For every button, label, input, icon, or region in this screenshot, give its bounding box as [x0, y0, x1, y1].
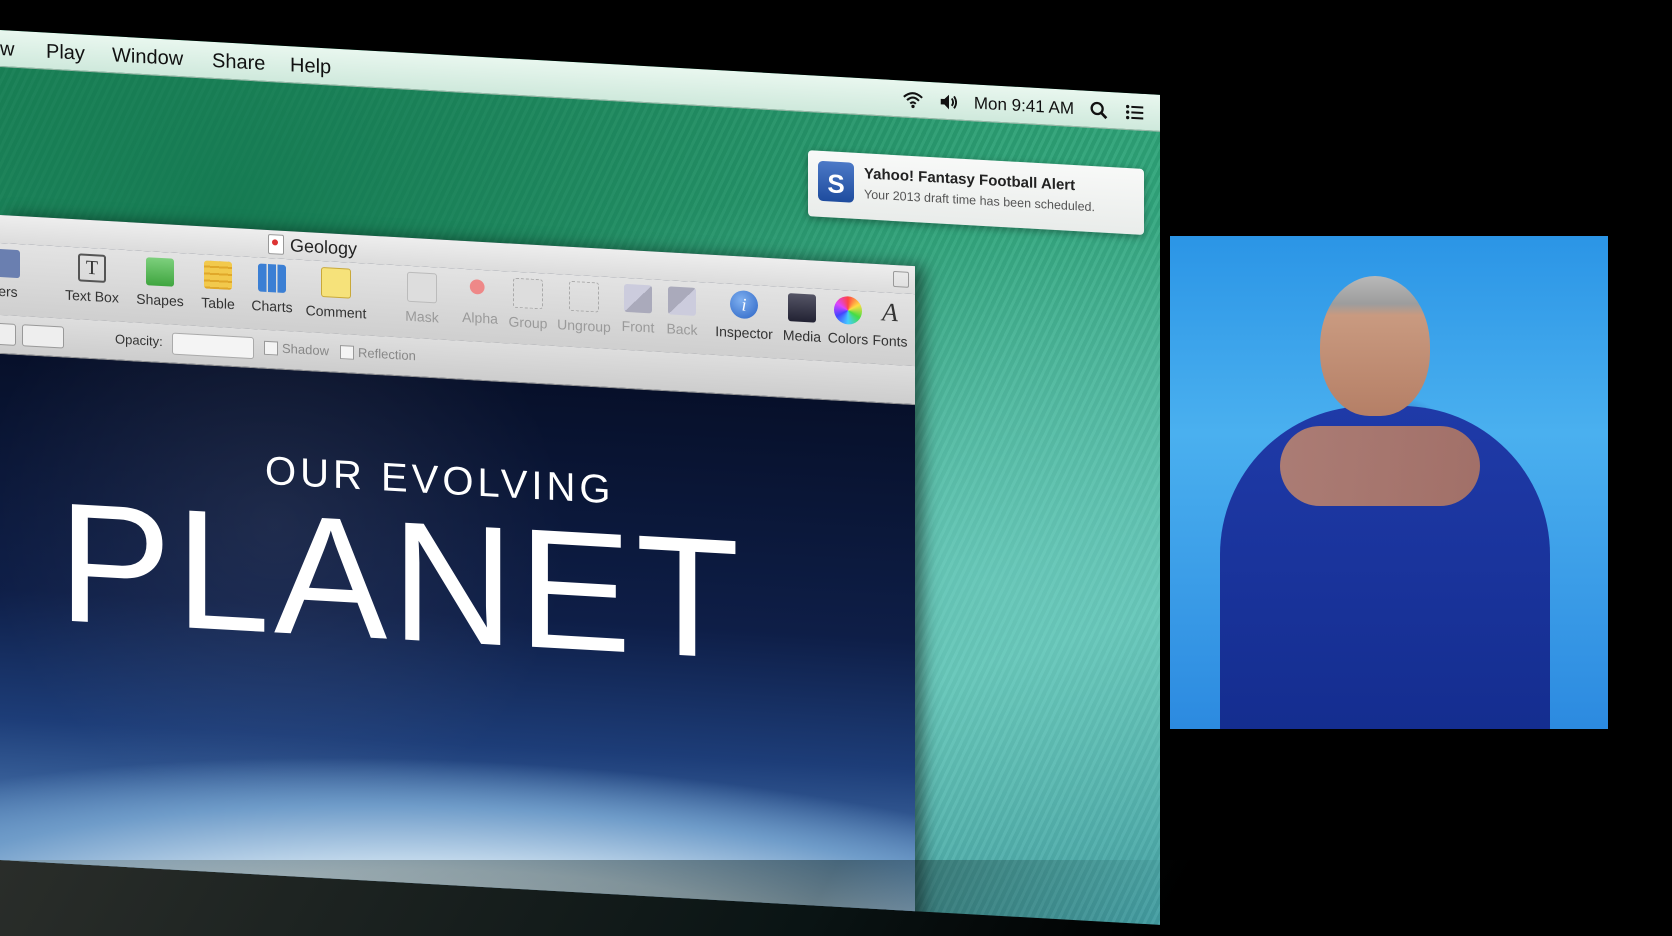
wifi-icon[interactable] — [902, 88, 924, 111]
volume-icon[interactable] — [938, 90, 960, 113]
document-icon — [268, 233, 284, 255]
window-title: Geology — [290, 235, 358, 259]
menu-view[interactable]: w — [0, 38, 14, 62]
toolbar-characters-button[interactable]: ters — [0, 248, 38, 302]
menubar-clock[interactable]: Mon 9:41 AM — [974, 93, 1074, 119]
toolbar-mask-button[interactable]: Mask — [390, 271, 454, 327]
group-icon — [513, 277, 543, 310]
ungroup-icon — [569, 280, 599, 313]
fonts-icon: A — [882, 297, 898, 328]
slide-canvas[interactable]: OUR EVOLVING PLANET — [0, 354, 915, 925]
shapes-icon — [146, 257, 174, 287]
shadow-label: Shadow — [282, 340, 329, 359]
menu-help[interactable]: Help — [290, 54, 331, 79]
slide-title[interactable]: PLANET — [58, 467, 743, 695]
reflection-label: Reflection — [358, 345, 416, 364]
toolbar-label: Group — [508, 313, 548, 332]
alpha-icon — [466, 275, 494, 305]
toolbar-shapes-button[interactable]: Shapes — [128, 256, 192, 310]
toolbar-back-button[interactable]: Back — [650, 285, 714, 339]
toolbar-label: Mask — [405, 307, 439, 326]
toolbar-group-button[interactable]: Group — [496, 277, 560, 333]
table-icon — [204, 260, 232, 290]
toolbar-label: Text Box — [65, 286, 119, 306]
presenter-video — [1170, 236, 1608, 729]
format-stroke-button[interactable] — [22, 324, 64, 349]
menu-bar: w Play Window Share Help Mon 9:41 AM — [0, 30, 1160, 132]
menu-play[interactable]: Play — [46, 41, 85, 66]
toolbar-comment-button[interactable]: Comment — [304, 266, 368, 322]
reflection-checkbox[interactable] — [340, 345, 354, 360]
toolbar-label: Inspector — [715, 322, 773, 343]
back-icon — [668, 286, 696, 316]
toolbar-label: Charts — [251, 297, 293, 316]
toolbar-label: Fonts — [872, 331, 908, 350]
presenter-hands — [1280, 426, 1480, 506]
notification-center-icon[interactable] — [1124, 101, 1146, 124]
notification-banner[interactable]: S Yahoo! Fantasy Football Alert Your 201… — [808, 150, 1144, 235]
desktop-screen: w Play Window Share Help Mon 9:41 AM S Y… — [0, 30, 1160, 925]
toolbar-fonts-button[interactable]: A Fonts — [858, 297, 922, 351]
comment-icon — [321, 266, 351, 299]
keynote-window: Geology ters T Text Box Shapes Table Cha… — [0, 215, 915, 925]
spotlight-search-icon[interactable] — [1088, 99, 1110, 122]
presenter-head — [1320, 276, 1430, 416]
inspector-icon: i — [730, 289, 758, 320]
mask-icon — [407, 271, 437, 304]
format-style-button[interactable] — [0, 322, 16, 346]
characters-icon — [0, 248, 20, 279]
front-icon — [624, 283, 652, 314]
toolbar-charts-button[interactable]: Charts — [240, 262, 304, 316]
text-box-icon: T — [78, 253, 106, 283]
toolbar-label: Shapes — [136, 290, 184, 310]
charts-icon — [258, 263, 286, 293]
toolbar-label: ters — [0, 282, 18, 300]
yahoo-sports-app-icon: S — [818, 160, 854, 203]
menu-share[interactable]: Share — [212, 50, 265, 76]
toolbar-label: Back — [666, 320, 698, 338]
media-icon — [788, 293, 816, 323]
fullscreen-icon[interactable] — [893, 270, 909, 288]
toolbar-label: Comment — [305, 302, 367, 322]
toolbar-inspector-button[interactable]: i Inspector — [712, 289, 776, 343]
menu-window[interactable]: Window — [112, 44, 183, 71]
shadow-checkbox[interactable] — [264, 340, 278, 356]
toolbar-text-box-button[interactable]: T Text Box — [60, 252, 124, 306]
opacity-stepper[interactable] — [172, 332, 254, 360]
status-area: Mon 9:41 AM — [902, 87, 1146, 125]
opacity-label: Opacity: — [115, 331, 163, 350]
screen-reflection — [0, 860, 1201, 936]
